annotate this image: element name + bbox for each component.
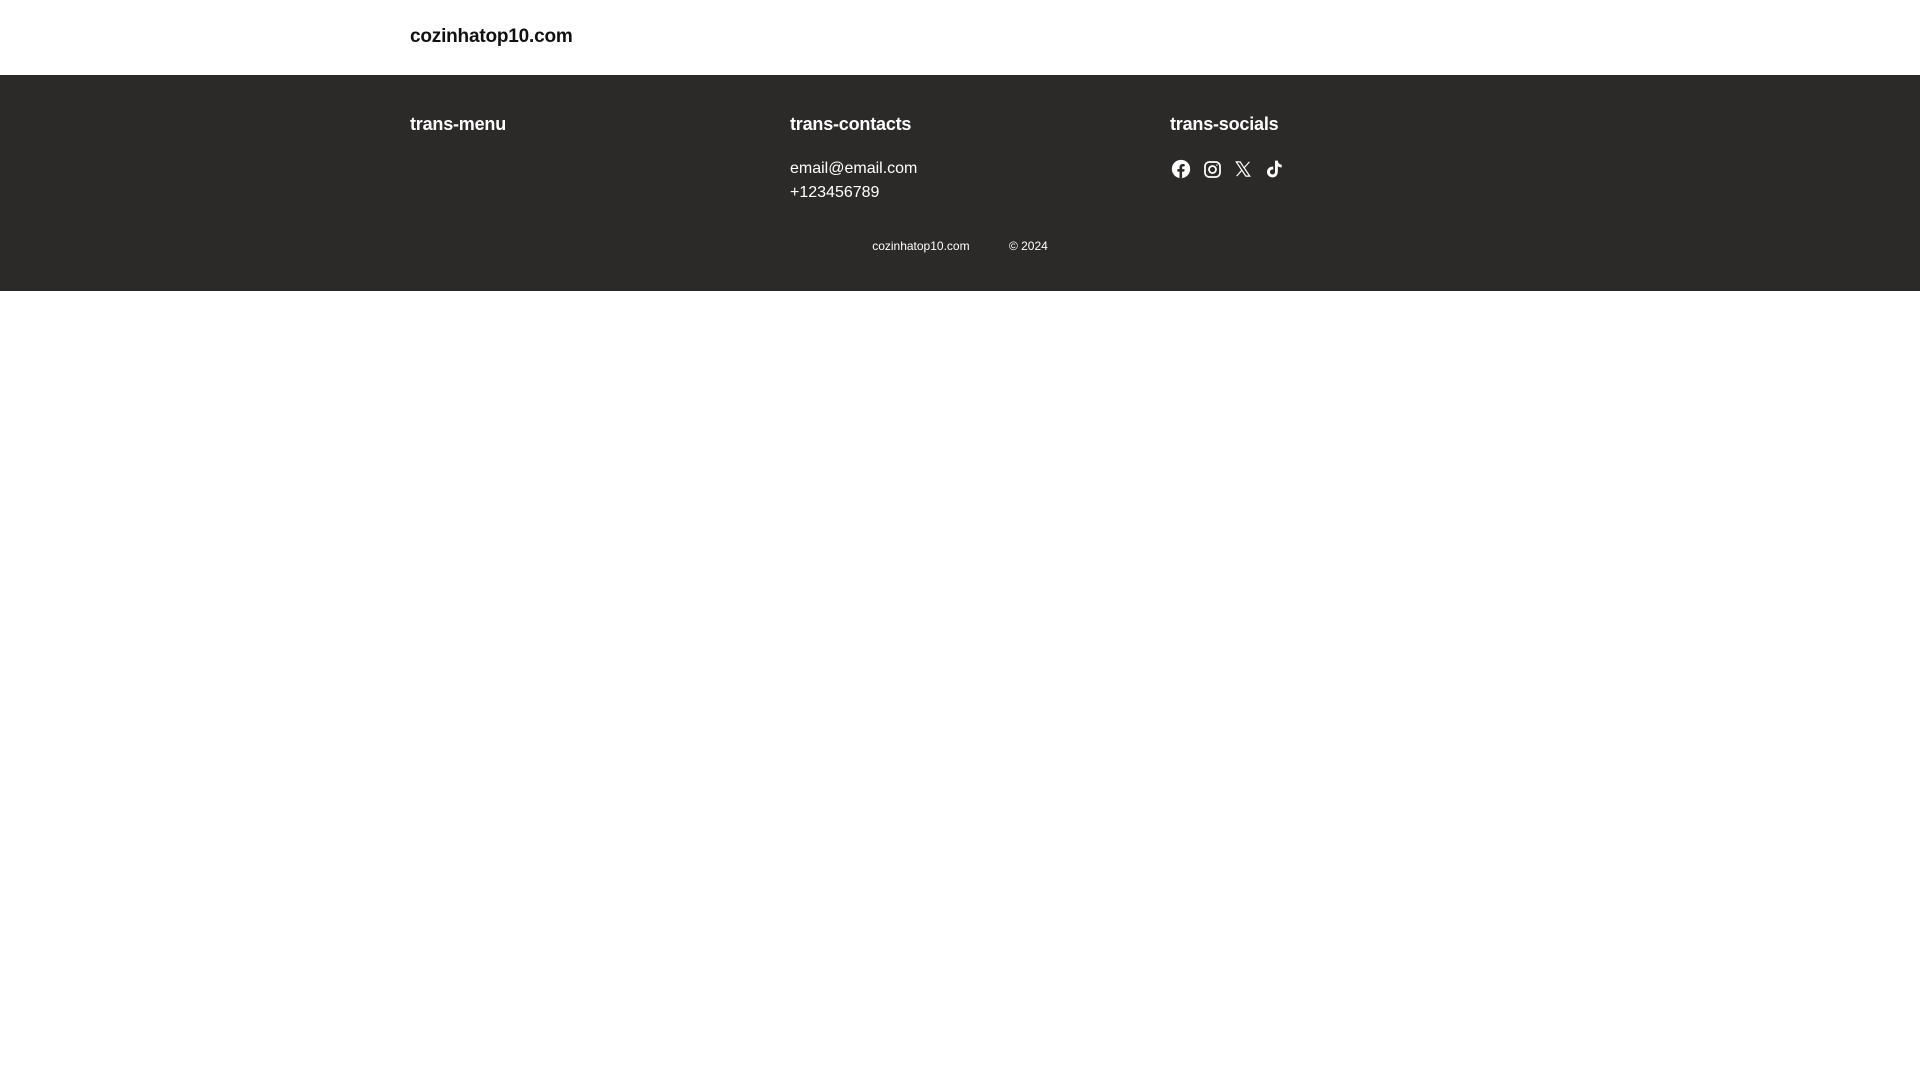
contacts-heading: trans-contacts <box>790 114 912 134</box>
instagram-link[interactable] <box>1201 157 1223 181</box>
x-twitter-icon <box>1235 161 1251 177</box>
instagram-icon <box>1203 160 1221 178</box>
facebook-link[interactable] <box>1170 157 1192 181</box>
menu-heading: trans-menu <box>410 114 507 134</box>
tiktok-icon <box>1267 160 1282 178</box>
x-twitter-link[interactable] <box>1232 157 1254 181</box>
facebook-icon <box>1171 159 1191 179</box>
footer-socials-column: trans-socials <box>1170 111 1285 181</box>
site-header: cozinhatop10.com <box>0 0 1920 75</box>
email-link[interactable]: email@email.com <box>790 157 917 181</box>
phone-link[interactable]: +123456789 <box>790 181 917 205</box>
tiktok-link[interactable] <box>1263 157 1285 181</box>
footer-contacts-column: trans-contacts email@email.com +12345678… <box>790 111 917 205</box>
site-title-link[interactable]: cozinhatop10.com <box>410 26 573 48</box>
social-links <box>1170 157 1285 181</box>
footer-menu-column: trans-menu <box>410 111 506 157</box>
site-footer: trans-menu trans-contacts email@email.co… <box>0 75 1920 291</box>
socials-heading: trans-socials <box>1170 114 1279 134</box>
footer-bottom: cozinhatop10.com © 2024 <box>0 238 1920 254</box>
copyright-text: © 2024 <box>1008 239 1048 253</box>
footer-site-name: cozinhatop10.com <box>872 239 970 253</box>
